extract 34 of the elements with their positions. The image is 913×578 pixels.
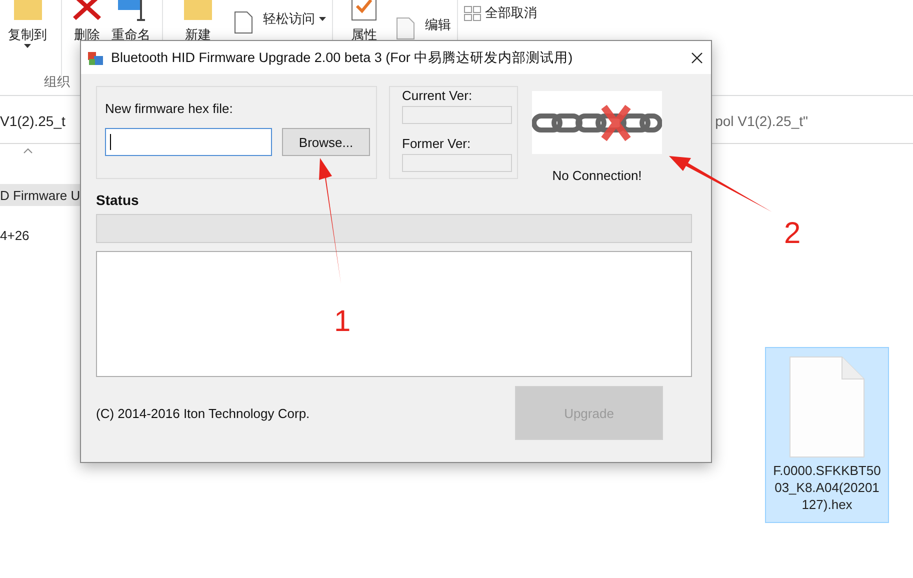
- status-label: Status: [96, 192, 140, 208]
- file-input-field[interactable]: [105, 128, 272, 156]
- ribbon-item[interactable]: 删除: [74, 26, 100, 44]
- annotation-number: 2: [784, 217, 801, 251]
- file-row[interactable]: D Firmware U: [0, 184, 80, 206]
- field-label: Current Ver:: [402, 88, 474, 103]
- field-label: Former Ver:: [402, 136, 472, 151]
- ribbon-item[interactable]: 属性: [351, 26, 377, 44]
- ribbon-item[interactable]: 复制到: [8, 26, 47, 44]
- ribbon-item[interactable]: 轻松访问: [263, 10, 315, 28]
- ribbon-item[interactable]: 重命名: [112, 26, 150, 44]
- delete-icon: [71, 0, 103, 22]
- address-text[interactable]: V1(2).25_t: [0, 113, 66, 129]
- ribbon-item[interactable]: 新建: [185, 26, 211, 44]
- copyright-text: (C) 2014-2016 Iton Technology Corp.: [96, 406, 310, 420]
- browse-button[interactable]: Browse...: [282, 128, 370, 156]
- annotation-number: 1: [334, 305, 351, 339]
- ribbon-item[interactable]: 全部取消: [485, 4, 537, 22]
- grid-icon: [464, 6, 481, 20]
- folder-icon: [182, 0, 214, 22]
- file-item[interactable]: F.0000.SFKKBT5003_K8.A04(20201127).hex: [765, 347, 889, 523]
- folder-icon: [12, 0, 44, 22]
- field-label: New firmware hex file:: [105, 101, 234, 116]
- broken-chain-icon: [532, 91, 662, 154]
- search-text[interactable]: pol V1(2).25_t": [715, 113, 808, 129]
- group-label: 组织: [44, 73, 70, 91]
- window-title: Bluetooth HID Firmware Upgrade 2.00 beta 3 (For 中易腾达研发内部测试用): [111, 48, 574, 66]
- sort-chevron-icon[interactable]: [23, 148, 33, 154]
- rename-icon: [115, 0, 147, 22]
- close-icon[interactable]: [691, 52, 703, 64]
- ribbon-item[interactable]: 编辑: [425, 16, 451, 34]
- connection-status-text: No Connection!: [552, 168, 642, 183]
- file-icon: [789, 356, 865, 458]
- file-row[interactable]: 4+26: [0, 224, 80, 246]
